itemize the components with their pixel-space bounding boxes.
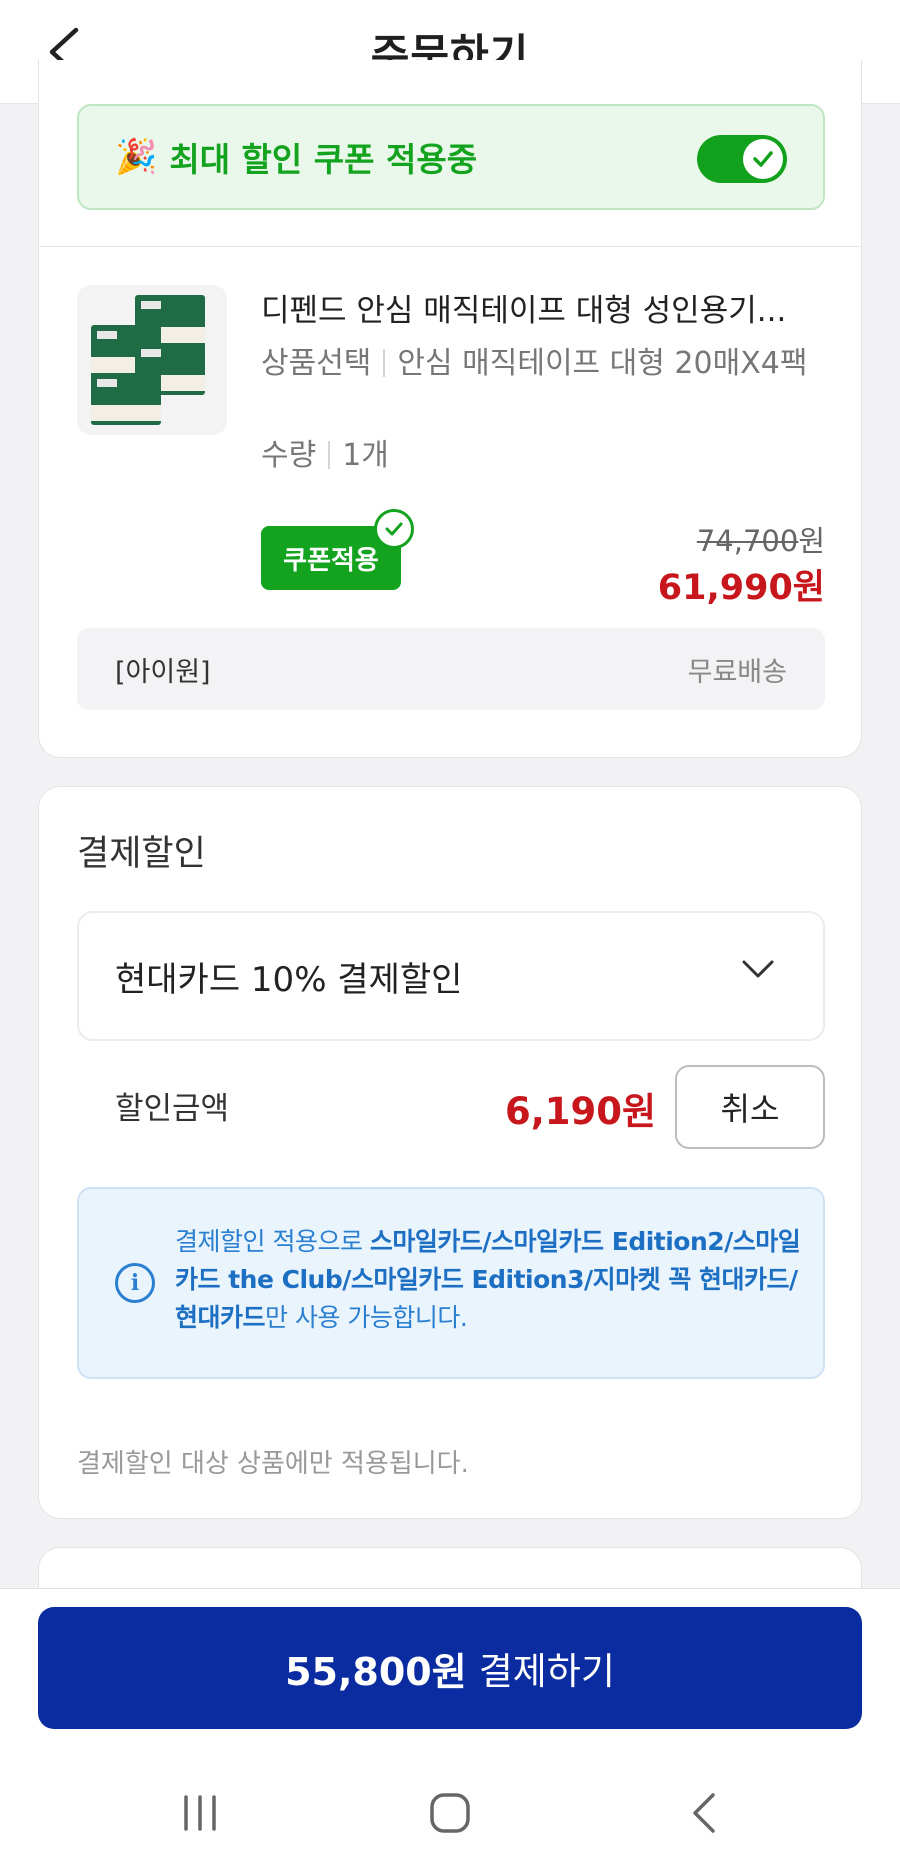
checkout-button[interactable]: 55,800원 결제하기	[38, 1607, 862, 1729]
quantity-label: 수량	[261, 438, 317, 473]
check-icon	[753, 151, 773, 167]
coupon-toggle[interactable]	[697, 135, 787, 183]
payment-discount-card: 결제할인 현대카드 10% 결제할인 할인금액 6,190원 취소 i 결제할인…	[38, 786, 862, 1519]
discount-select-value: 현대카드 10% 결제할인	[115, 959, 463, 1000]
option-label: 상품선택	[261, 346, 372, 381]
home-icon	[430, 1793, 470, 1833]
product-thumbnail[interactable]	[77, 285, 227, 435]
notice-text: 결제할인 적용으로 스마일카드/스마일카드 Edition2/스마일카드 the…	[175, 1223, 805, 1337]
currency-unit: 원	[798, 524, 825, 558]
discount-amount: 6,190원	[505, 1090, 657, 1133]
shipping-info: 무료배송	[687, 656, 787, 688]
discount-select[interactable]: 현대카드 10% 결제할인	[77, 911, 825, 1041]
discount-footnote: 결제할인 대상 상품에만 적용됩니다.	[77, 1449, 469, 1479]
notice-suffix: 만 사용 가능합니다.	[265, 1303, 468, 1332]
discount-notice: i 결제할인 적용으로 스마일카드/스마일카드 Edition2/스마일카드 t…	[77, 1187, 825, 1379]
seller-row: [아이원] 무료배송	[77, 628, 825, 710]
coupon-banner-label: 최대 할인 쿠폰 적용중	[169, 140, 478, 179]
check-icon	[374, 509, 414, 549]
notice-prefix: 결제할인 적용으로	[175, 1227, 370, 1256]
recent-apps-button[interactable]	[160, 1783, 240, 1843]
divider	[39, 246, 861, 247]
original-price-value: 74,700	[696, 524, 799, 558]
home-button[interactable]	[410, 1783, 490, 1843]
option-value: 안심 매직테이프 대형 20매X4팩	[397, 346, 808, 381]
system-nav-bar	[0, 1771, 900, 1860]
discount-amount-label: 할인금액	[115, 1091, 230, 1127]
product-quantity: 수량 1개	[261, 430, 389, 474]
checkout-label: 결제하기	[478, 1650, 615, 1693]
recent-apps-icon	[184, 1795, 216, 1831]
checkout-amount: 55,800원	[285, 1649, 467, 1694]
original-price: 74,700원	[697, 518, 825, 560]
separator	[383, 349, 386, 377]
order-item-card: 🎉 최대 할인 쿠폰 적용중 디펜드 안심 매직테이프 대형 성인용기... 상…	[38, 60, 862, 758]
nav-back-icon	[693, 1793, 715, 1833]
sale-price: 61,990원	[657, 568, 825, 608]
nav-back-button[interactable]	[664, 1783, 744, 1843]
seller-name: [아이원]	[115, 656, 211, 688]
coupon-banner: 🎉 최대 할인 쿠폰 적용중	[77, 104, 825, 210]
party-popper-icon: 🎉	[115, 137, 158, 177]
product-name[interactable]: 디펜드 안심 매직테이프 대형 성인용기...	[261, 285, 831, 330]
cancel-discount-button[interactable]: 취소	[675, 1065, 825, 1149]
info-icon: i	[115, 1263, 155, 1303]
bottom-bar: 55,800원 결제하기	[0, 1588, 900, 1860]
separator	[328, 441, 331, 469]
toggle-knob	[743, 139, 783, 179]
quantity-value: 1개	[342, 438, 389, 473]
chevron-down-icon	[742, 960, 774, 978]
product-option: 상품선택 안심 매직테이프 대형 20매X4팩	[261, 342, 841, 385]
section-title: 결제할인	[77, 834, 206, 874]
